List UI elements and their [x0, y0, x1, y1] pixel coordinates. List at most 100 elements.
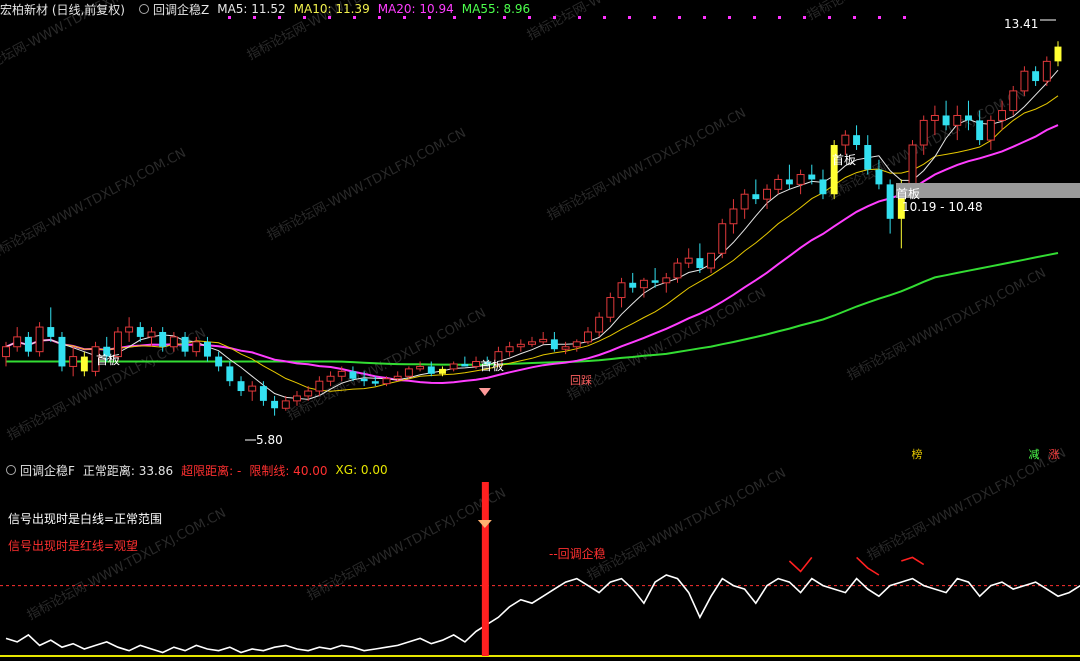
over-distance: 超限距离: - [181, 463, 242, 478]
candle-body [964, 115, 972, 121]
chart-header: 宏柏新材 (日线,前复权) 回调企稳Z MA5: 11.52 MA10: 11.… [0, 0, 538, 18]
watermark-text: 指标论坛网-WWW.TDXLFXJ.COM.CN [525, 0, 729, 44]
signal-dot [903, 16, 906, 19]
xg-value: XG: 0.00 [335, 463, 388, 477]
price-chart: 指标论坛网-WWW.TDXLFXJ.COM.CN 指标论坛网-WWW.TDXLFX… [0, 0, 1080, 657]
signal-dot [753, 16, 756, 19]
candle-body [864, 145, 872, 170]
candle-body [248, 385, 257, 392]
watermarks: 指标论坛网-WWW.TDXLFXJ.COM.CN 指标论坛网-WWW.TDXLFX… [0, 0, 1069, 624]
candle-body [416, 365, 425, 370]
sub-indicator-panel [0, 482, 1080, 657]
candle-body [752, 194, 760, 200]
candle-body [505, 346, 514, 353]
candle-body [707, 252, 716, 269]
candle-body [774, 178, 783, 190]
candle-body [629, 282, 637, 288]
candle-body [617, 282, 626, 299]
candle-body [237, 381, 245, 392]
candle-body [841, 134, 850, 146]
candle-body [125, 326, 134, 333]
watermark-text: 指标论坛网-WWW.TDXLFXJ.COM.CN [585, 466, 789, 584]
candle-body [595, 316, 604, 333]
reduce-flag[interactable]: 减 [1027, 448, 1041, 462]
candle-body [349, 371, 357, 379]
candle-body [461, 363, 469, 367]
sub-indicator-toggle-icon[interactable] [6, 465, 16, 475]
candle-body [371, 381, 379, 384]
candle-body [976, 120, 984, 141]
candle-body [315, 380, 324, 392]
sub-indicator-header: 回调企稳F 正常距离: 33.86 超限距离: - 限制线: 40.00 XG:… [0, 461, 396, 479]
high-price-label: 13.41 [1004, 17, 1039, 31]
candle-body [684, 257, 693, 264]
candle-body [449, 363, 458, 370]
stock-name[interactable]: 宏柏新材 (日线,前复权) [0, 1, 125, 18]
candle-body [203, 341, 211, 357]
indicator-name[interactable]: 回调企稳Z [153, 1, 209, 18]
over-limit-segment [788, 556, 813, 573]
candle-body [639, 279, 648, 289]
candle-body [819, 179, 827, 195]
signal-dot [728, 16, 731, 19]
candle-body [763, 188, 771, 200]
candle-body [1032, 71, 1040, 82]
candle-body [986, 119, 995, 141]
candle-body [80, 356, 88, 372]
pullback-tag: 回踩 [570, 374, 592, 387]
watermark-text: 指标论坛网-WWW.TDXLFXJ.COM.CN [865, 446, 1069, 564]
limit-line-value: 限制线: 40.00 [249, 463, 328, 478]
watermark-text: 指标论坛网-WWW.TDXLFXJ.COM.CN [845, 266, 1049, 384]
candle-body [606, 297, 615, 318]
first-board-label-4: 首板 [896, 187, 921, 201]
rank-flag[interactable]: 榜 [910, 448, 924, 462]
first-board-label-2: 首板 [480, 359, 505, 373]
signal-bar [481, 482, 489, 656]
candle-body [930, 114, 939, 121]
candle-body [1042, 60, 1051, 82]
candle-body [572, 341, 581, 348]
signal-dot [678, 16, 681, 19]
candle-body [259, 386, 267, 401]
signal-dot [878, 16, 881, 19]
candle-body [919, 119, 928, 146]
candle-body [516, 343, 525, 348]
sub-indicator-name[interactable]: 回调企稳F [20, 462, 75, 479]
candle-body [58, 336, 66, 367]
watermark-text: 指标论坛网-WWW.TDXLFXJ.COM.CN [305, 486, 509, 604]
candle-body [159, 331, 167, 347]
candle-body [293, 395, 301, 402]
rise-flag[interactable]: 涨 [1047, 448, 1061, 462]
candle-body [796, 174, 805, 185]
candle-body [583, 331, 592, 343]
candle-body [147, 331, 156, 338]
watermark-text: 指标论坛网-WWW.TDXLFXJ.COM.CN [565, 286, 769, 404]
indicator-toggle-icon[interactable] [139, 4, 149, 14]
candle-body [271, 400, 279, 409]
candle-body [2, 346, 10, 358]
candle-body [1054, 46, 1062, 62]
candle-body [942, 115, 950, 126]
candle-body [472, 361, 481, 367]
candle-body [1020, 70, 1029, 92]
signal-dot [628, 16, 631, 19]
price-range-highlight [896, 183, 1080, 198]
signal-dot [553, 16, 556, 19]
candle-body [404, 368, 413, 377]
price-range-label: 10.19 - 10.48 [902, 200, 983, 214]
candle-body [382, 378, 391, 385]
candle-body [550, 339, 558, 350]
candle-body [304, 390, 313, 397]
candle-body [718, 223, 727, 254]
low-price-label: 5.80 [256, 433, 283, 447]
candle-body [35, 326, 44, 353]
signal-dot [853, 16, 856, 19]
ma55-label: MA55: 8.96 [461, 2, 531, 16]
candle-body [808, 174, 816, 180]
watermark-text: 指标论坛网-WWW.TDXLFXJ.COM.CN [0, 146, 189, 264]
candle-body [696, 258, 704, 269]
signal-dot [703, 16, 706, 19]
candle-body [729, 208, 738, 225]
watermark-text: 指标论坛网-WWW.TDXLFXJ.COM.CN [545, 106, 749, 224]
signal-dot [778, 16, 781, 19]
